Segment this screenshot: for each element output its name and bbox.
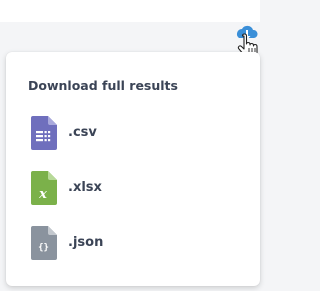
json-option-label: .json [68, 235, 104, 250]
csv-option-label: .csv [68, 125, 97, 140]
header-strip [0, 0, 260, 22]
svg-text:{}: {} [38, 243, 49, 253]
download-json-option[interactable]: {} .json [28, 226, 228, 262]
download-xlsx-option[interactable]: x .xlsx [28, 171, 228, 207]
json-file-icon: {} [31, 226, 57, 260]
svg-text:x: x [38, 187, 47, 202]
download-menu: Download full results .csv x .xlsx {} .j… [6, 52, 260, 286]
page: Download full results .csv x .xlsx {} .j… [0, 0, 260, 291]
xlsx-file-icon: x [31, 171, 57, 205]
csv-file-icon [31, 116, 57, 150]
download-csv-option[interactable]: .csv [28, 116, 228, 152]
menu-title: Download full results [28, 78, 178, 93]
xlsx-option-label: .xlsx [68, 180, 102, 195]
